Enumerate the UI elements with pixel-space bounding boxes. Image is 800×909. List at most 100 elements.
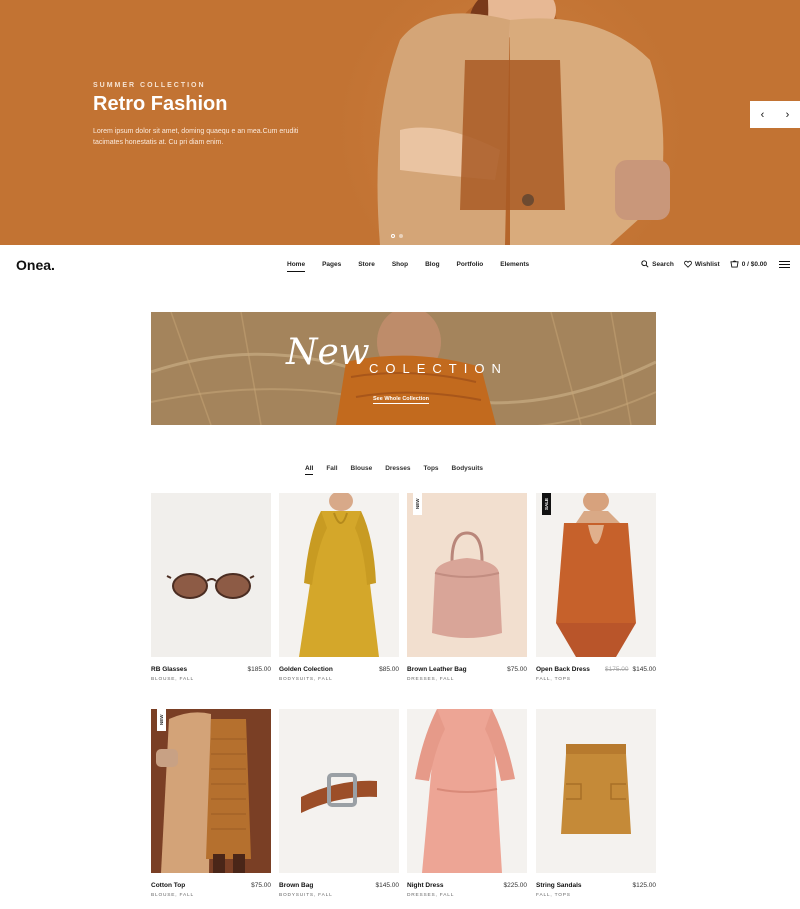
product-image[interactable] xyxy=(279,493,399,657)
chevron-left-icon[interactable]: ‹ xyxy=(750,101,775,128)
top-image xyxy=(556,493,636,657)
product-price: $75.00 xyxy=(251,882,271,889)
product-image[interactable]: NEW xyxy=(407,493,527,657)
main-menu: Home Pages Store Shop Blog Portfolio Ele… xyxy=(287,261,546,272)
main-navbar: Onea. Home Pages Store Shop Blog Portfol… xyxy=(0,245,800,285)
wishlist-label: Wishlist xyxy=(694,260,720,268)
product-categories: FALL, TOPS xyxy=(536,893,571,898)
product-price: $185.00 xyxy=(248,666,272,673)
product-categories: BODYSUITS, FALL xyxy=(279,893,333,898)
product-card: NEW Brown Leather Bag $75.00 DRESSES, FA… xyxy=(407,493,527,682)
filter-fall[interactable]: Fall xyxy=(326,465,337,475)
product-image[interactable] xyxy=(536,709,656,873)
product-categories: DRESSES, FALL xyxy=(407,677,455,682)
filter-bodysuits[interactable]: Bodysuits xyxy=(452,465,483,475)
product-price: $125.00 xyxy=(633,882,657,889)
see-collection-link[interactable]: See Whole Collection xyxy=(373,396,429,404)
skirt-image xyxy=(561,744,631,834)
product-card: String Sandals $125.00 FALL, TOPS xyxy=(536,709,656,898)
new-collection-banner[interactable]: New COLECTION See Whole Collection xyxy=(151,312,656,425)
bag-image xyxy=(432,531,502,638)
slider-dot-2[interactable] xyxy=(399,234,403,238)
nav-actions: Search Wishlist 0 / $0.00 xyxy=(641,260,790,268)
product-name[interactable]: Cotton Top xyxy=(151,882,185,889)
banner-collection-word: COLECTION xyxy=(369,361,508,376)
hamburger-menu-icon[interactable] xyxy=(779,260,790,268)
price-current: $145.00 xyxy=(632,666,657,673)
price-current: $75.00 xyxy=(251,882,271,889)
product-name[interactable]: RB Glasses xyxy=(151,666,187,673)
hero-eyebrow: SUMMER COLLECTION xyxy=(93,82,206,89)
menu-item-blog[interactable]: Blog xyxy=(425,261,439,272)
dress-image xyxy=(299,493,379,657)
heart-icon xyxy=(683,260,692,268)
banner-script-word: New xyxy=(286,332,370,373)
filter-dresses[interactable]: Dresses xyxy=(385,465,410,475)
search-link[interactable]: Search xyxy=(641,260,674,268)
hero-model-image xyxy=(377,0,670,245)
product-image[interactable]: SALE xyxy=(536,493,656,657)
product-name[interactable]: Golden Colection xyxy=(279,666,333,673)
search-icon xyxy=(641,260,649,268)
price-current: $185.00 xyxy=(247,666,272,673)
price-current: $145.00 xyxy=(375,882,400,889)
site-logo[interactable]: Onea. xyxy=(16,257,55,273)
filter-blouse[interactable]: Blouse xyxy=(351,465,373,475)
product-name[interactable]: Open Back Dress xyxy=(536,666,590,673)
hero-title: Retro Fashion xyxy=(93,93,228,115)
slider-arrows: ‹ › xyxy=(750,101,800,128)
menu-item-portfolio[interactable]: Portfolio xyxy=(457,261,484,272)
price-current: $85.00 xyxy=(379,666,399,673)
product-image[interactable] xyxy=(407,709,527,873)
product-price: $85.00 xyxy=(379,666,399,673)
filter-all[interactable]: All xyxy=(305,465,314,475)
product-price: $175.00 $145.00 xyxy=(605,666,656,673)
price-current: $75.00 xyxy=(507,666,527,673)
product-categories: BLOUSE, FALL xyxy=(151,893,194,898)
hero-description: Lorem ipsum dolor sit amet, doming quaeq… xyxy=(93,128,299,146)
product-name[interactable]: String Sandals xyxy=(536,882,582,889)
dress-image xyxy=(415,709,515,873)
product-image[interactable] xyxy=(279,709,399,873)
product-card: NEW Cotton Top $75.00 BLOUSE, FALL xyxy=(151,709,271,898)
price-current: $225.00 xyxy=(503,882,528,889)
product-image[interactable] xyxy=(151,493,271,657)
menu-item-shop[interactable]: Shop xyxy=(392,261,408,272)
product-card: RB Glasses $185.00 BLOUSE, FALL xyxy=(151,493,271,682)
product-categories: DRESSES, FALL xyxy=(407,893,455,898)
filter-tops[interactable]: Tops xyxy=(424,465,439,475)
product-categories: FALL, TOPS xyxy=(536,677,571,682)
sale-badge: SALE xyxy=(542,493,551,515)
hero-slider: SUMMER COLLECTION Retro Fashion Lorem ip… xyxy=(0,0,800,245)
product-image[interactable]: NEW xyxy=(151,709,271,873)
belt-image xyxy=(301,773,377,813)
cart-icon xyxy=(730,260,739,268)
new-badge: NEW xyxy=(413,493,422,515)
product-name[interactable]: Brown Bag xyxy=(279,882,313,889)
price-old: $175.00 xyxy=(605,666,629,673)
product-card: Night Dress $225.00 DRESSES, FALL xyxy=(407,709,527,898)
wishlist-link[interactable]: Wishlist xyxy=(683,260,720,268)
product-price: $75.00 xyxy=(507,666,527,673)
cart-total: 0 / $0.00 xyxy=(741,260,767,268)
product-name[interactable]: Night Dress xyxy=(407,882,443,889)
product-card: SALE Open Back Dress $175.00 $145.00 FALL… xyxy=(536,493,656,682)
menu-item-store[interactable]: Store xyxy=(358,261,375,272)
new-badge: NEW xyxy=(157,709,166,731)
product-card: Brown Bag $145.00 BODYSUITS, FALL xyxy=(279,709,399,898)
glasses-image xyxy=(166,573,255,599)
price-current: $125.00 xyxy=(632,882,657,889)
product-card: Golden Colection $85.00 BODYSUITS, FALL xyxy=(279,493,399,682)
menu-item-pages[interactable]: Pages xyxy=(322,261,341,272)
coat-image xyxy=(156,712,251,873)
search-label: Search xyxy=(652,260,674,268)
cart-link[interactable]: 0 / $0.00 xyxy=(730,260,767,268)
product-price: $145.00 xyxy=(376,882,400,889)
slider-dot-1[interactable] xyxy=(391,234,395,238)
menu-item-home[interactable]: Home xyxy=(287,261,306,272)
product-price: $225.00 xyxy=(504,882,528,889)
menu-item-elements[interactable]: Elements xyxy=(500,261,529,272)
product-name[interactable]: Brown Leather Bag xyxy=(407,666,467,673)
slider-dots xyxy=(391,234,403,238)
chevron-right-icon[interactable]: › xyxy=(775,101,800,128)
